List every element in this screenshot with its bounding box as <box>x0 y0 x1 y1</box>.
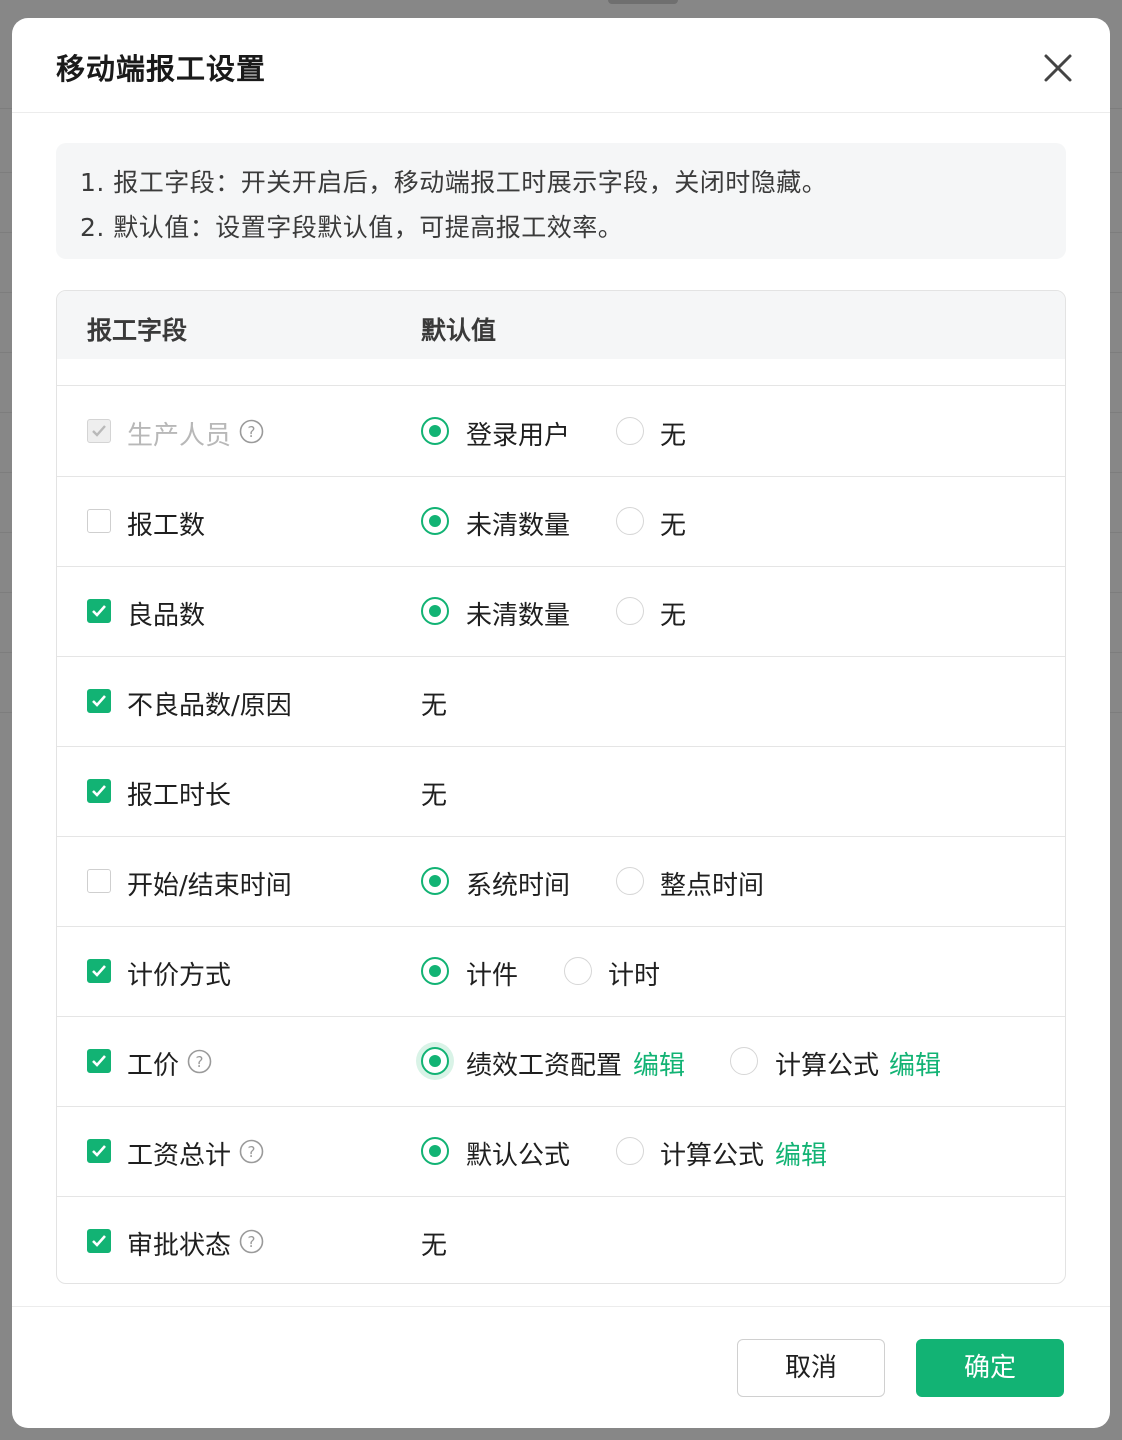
field-label: 开始/结束时间 <box>127 871 292 901</box>
option-label[interactable]: 系统时间 <box>466 865 570 902</box>
field-label: 报工数 <box>127 511 206 541</box>
radio-formula[interactable] <box>730 1047 758 1075</box>
edit-link[interactable]: 编辑 <box>775 1135 827 1172</box>
question-circle-icon[interactable]: ? <box>187 1049 212 1074</box>
background-tab <box>608 0 678 4</box>
svg-text:?: ? <box>248 1143 256 1161</box>
question-circle-icon[interactable]: ? <box>239 1229 264 1254</box>
default-value-text: 无 <box>421 1231 448 1261</box>
question-circle-icon[interactable]: ? <box>239 1139 264 1164</box>
field-label: 生产人员 <box>127 421 232 451</box>
mobile-report-settings-modal: 移动端报工设置 1. 报工字段：开关开启后，移动端报工时展示字段，关闭时隐藏。 … <box>12 18 1110 1428</box>
column-header-default: 默认值 <box>421 316 497 345</box>
svg-text:?: ? <box>248 423 256 441</box>
option-label[interactable]: 默认公式 <box>466 1135 570 1172</box>
field-label: 报工时长 <box>127 781 232 811</box>
radio-none[interactable] <box>616 417 644 445</box>
field-label: 工价 <box>127 1051 180 1081</box>
edit-link[interactable]: 编辑 <box>633 1045 685 1082</box>
field-label: 审批状态 <box>127 1231 232 1261</box>
modal-header: 移动端报工设置 <box>12 18 1110 113</box>
table-row: 审批状态 ? 无 <box>57 1196 1065 1283</box>
field-checkbox[interactable] <box>87 1229 111 1253</box>
field-checkbox[interactable] <box>87 689 111 713</box>
check-icon <box>92 695 106 707</box>
option-label[interactable]: 无 <box>660 505 686 542</box>
option-label[interactable]: 未清数量 <box>466 595 570 632</box>
option-label[interactable]: 计时 <box>608 955 660 992</box>
default-value-text: 无 <box>421 691 448 721</box>
check-icon <box>92 605 106 617</box>
field-label: 计价方式 <box>127 961 232 991</box>
check-icon <box>92 1145 106 1157</box>
modal-footer: 取消 确定 <box>12 1306 1110 1428</box>
option-label[interactable]: 未清数量 <box>466 505 570 542</box>
table-row: 生产人员 ? 登录用户 无 <box>57 386 1065 477</box>
option-label[interactable]: 无 <box>660 415 686 452</box>
radio-whole-hour[interactable] <box>616 867 644 895</box>
field-checkbox[interactable] <box>87 869 111 893</box>
check-icon <box>92 1235 106 1247</box>
radio-login-user[interactable] <box>421 417 449 445</box>
info-line: 1. 报工字段：开关开启后，移动端报工时展示字段，关闭时隐藏。 <box>80 168 828 197</box>
default-value-text: 无 <box>421 781 448 811</box>
svg-text:?: ? <box>248 1233 256 1251</box>
table-row: 不良品数/原因 无 <box>57 656 1065 747</box>
table-row: 计价方式 计件 计时 <box>57 926 1065 1017</box>
question-circle-icon[interactable]: ? <box>239 419 264 444</box>
info-box: 1. 报工字段：开关开启后，移动端报工时展示字段，关闭时隐藏。 2. 默认值：设… <box>56 143 1066 259</box>
field-checkbox[interactable] <box>87 1139 111 1163</box>
table-header: 报工字段 默认值 <box>57 291 1065 359</box>
report-fields-table: 报工字段 默认值 生产人员 ? 登录用户 无 报工数 未清数量 无 良品数 未清… <box>56 290 1066 1284</box>
option-label[interactable]: 绩效工资配置 <box>466 1045 622 1082</box>
field-checkbox[interactable] <box>87 419 111 443</box>
field-checkbox[interactable] <box>87 779 111 803</box>
field-label: 良品数 <box>127 601 206 631</box>
field-checkbox[interactable] <box>87 509 111 533</box>
column-header-field: 报工字段 <box>87 316 188 345</box>
table-row: 开始/结束时间 系统时间 整点时间 <box>57 836 1065 927</box>
radio-open-quantity[interactable] <box>421 597 449 625</box>
option-label[interactable]: 登录用户 <box>466 415 570 452</box>
field-checkbox[interactable] <box>87 1049 111 1073</box>
cancel-button[interactable]: 取消 <box>737 1339 885 1397</box>
table-row: 报工数 未清数量 无 <box>57 476 1065 567</box>
radio-none[interactable] <box>616 597 644 625</box>
option-label[interactable]: 计算公式 <box>775 1045 879 1082</box>
confirm-button[interactable]: 确定 <box>916 1339 1064 1397</box>
table-row: 工资总计 ? 默认公式 计算公式 编辑 <box>57 1106 1065 1197</box>
option-label[interactable]: 计件 <box>466 955 518 992</box>
radio-performance-wage[interactable] <box>421 1047 449 1075</box>
table-row: 报工时长 无 <box>57 746 1065 837</box>
radio-open-quantity[interactable] <box>421 507 449 535</box>
radio-system-time[interactable] <box>421 867 449 895</box>
radio-formula[interactable] <box>616 1137 644 1165</box>
option-label[interactable]: 无 <box>660 595 686 632</box>
radio-time-rate[interactable] <box>564 957 592 985</box>
check-icon <box>92 965 106 977</box>
svg-text:?: ? <box>196 1053 204 1071</box>
info-line: 2. 默认值：设置字段默认值，可提高报工效率。 <box>80 213 624 242</box>
field-label: 不良品数/原因 <box>127 691 292 721</box>
modal-title: 移动端报工设置 <box>56 52 267 86</box>
option-label[interactable]: 计算公式 <box>660 1135 764 1172</box>
radio-piece-rate[interactable] <box>421 957 449 985</box>
check-icon <box>92 425 106 437</box>
check-icon <box>92 785 106 797</box>
edit-link[interactable]: 编辑 <box>889 1045 941 1082</box>
radio-default-formula[interactable] <box>421 1137 449 1165</box>
table-row: 工价 ? 绩效工资配置 编辑 计算公式 编辑 <box>57 1016 1065 1107</box>
check-icon <box>92 1055 106 1067</box>
field-label: 工资总计 <box>127 1141 232 1171</box>
field-checkbox[interactable] <box>87 959 111 983</box>
table-row: 良品数 未清数量 无 <box>57 566 1065 657</box>
radio-none[interactable] <box>616 507 644 535</box>
field-checkbox[interactable] <box>87 599 111 623</box>
option-label[interactable]: 整点时间 <box>660 865 764 902</box>
close-icon[interactable] <box>1038 48 1078 88</box>
